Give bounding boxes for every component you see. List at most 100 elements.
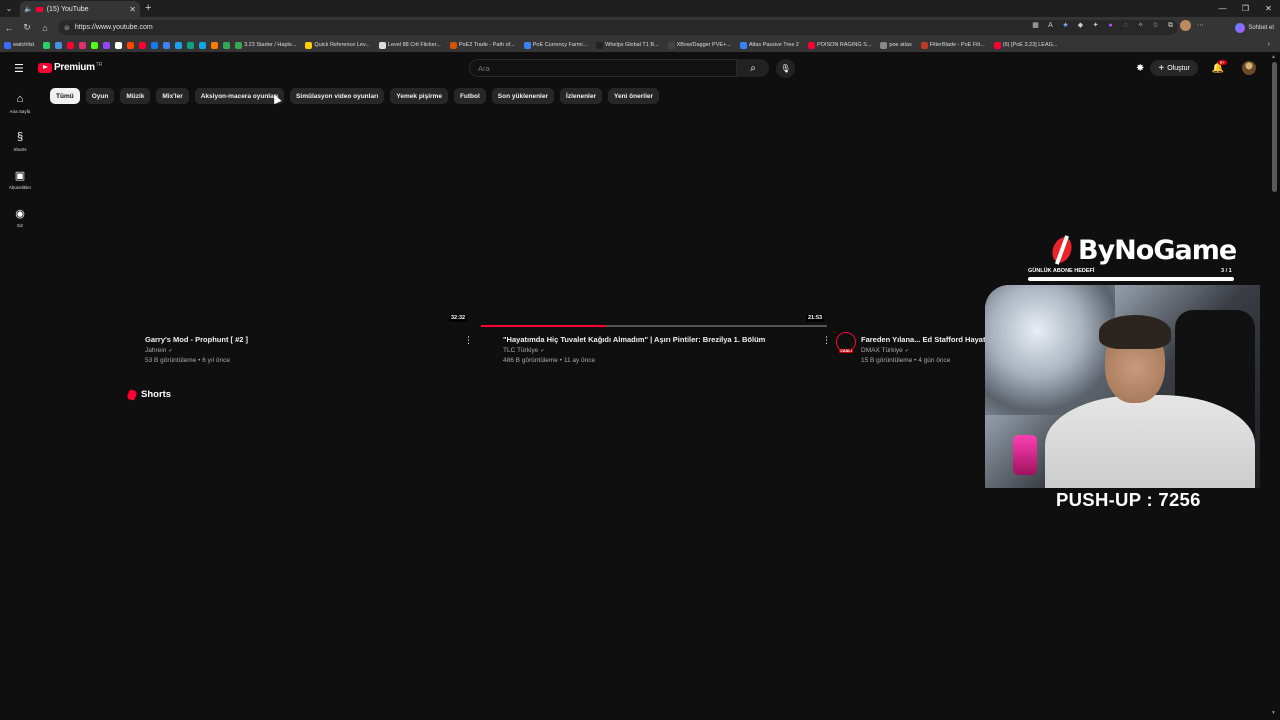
back-icon[interactable]: ← [0, 23, 18, 33]
menu-icon[interactable]: ☰ [14, 62, 24, 75]
bookmark-item[interactable]: PoE2 Trade - Path of... [449, 41, 515, 49]
notifications-button[interactable]: 🔔 9+ [1212, 59, 1227, 74]
bookmark-item[interactable] [79, 41, 88, 49]
bookmark-item[interactable]: Atlas Passive Tree 2 [739, 41, 799, 49]
browser-tab-youtube[interactable]: 🔈 (15) YouTube ✕ [20, 1, 140, 17]
filter-chip[interactable]: Simülasyon video oyunları [290, 88, 385, 104]
video-title[interactable]: Fareden Yılana... Ed Stafford Hayat [861, 335, 985, 344]
bookmark-item[interactable] [175, 41, 184, 49]
webcam-person-hair [1099, 315, 1171, 349]
extension-puzzle-icon[interactable]: ✦ [1090, 20, 1101, 31]
bookmark-item[interactable] [199, 41, 208, 49]
collections-icon[interactable]: ⧉ [1165, 20, 1176, 31]
bookmark-item[interactable]: FilterBlade - PoE Filt... [920, 41, 985, 49]
brand-name: ByNoGame [1078, 234, 1237, 266]
bookmark-item[interactable] [187, 41, 196, 49]
grid-icon[interactable]: ▦ [1030, 20, 1041, 31]
filter-chip[interactable]: Futbol [453, 88, 486, 104]
search-button[interactable]: ⌕ [737, 59, 769, 77]
bookmark-item[interactable] [223, 41, 232, 49]
sidebar-item[interactable]: ⌂ Ana Sayfa [0, 90, 40, 128]
bookmark-item[interactable]: Whelps Global T1 B... [596, 41, 659, 49]
new-tab-icon[interactable]: + [145, 2, 151, 14]
filter-chip[interactable]: İzlenenler [560, 88, 602, 104]
filter-chip[interactable]: Tümü [50, 88, 80, 104]
bookmark-item[interactable]: Quick Reference Lev... [305, 41, 370, 49]
filter-chip[interactable]: Oyun [85, 88, 115, 104]
audio-muted-icon[interactable]: 🔈 [24, 5, 33, 13]
bookmark-item[interactable]: PoE Currency Farmi... [523, 41, 587, 49]
sidebar-item[interactable]: ▣ Abonelikler [0, 166, 40, 204]
more-options-icon[interactable]: ⋯ [1195, 20, 1206, 31]
favorites-icon[interactable]: ☆ [1150, 20, 1161, 31]
video-item[interactable]: Fareden Yılana... Ed Stafford Hayat DMAX… [861, 335, 985, 364]
bookmark-item[interactable]: watchlist [4, 41, 34, 49]
avatar[interactable] [1242, 61, 1257, 75]
extension-refresh-icon[interactable]: ◌ [1120, 20, 1131, 31]
video-more-icon[interactable]: ⋮ [464, 335, 473, 346]
create-button[interactable]: + Oluştur [1150, 60, 1198, 76]
close-tab-icon[interactable]: ✕ [129, 5, 136, 14]
restore-icon[interactable]: ❐ [1234, 0, 1257, 17]
close-window-icon[interactable]: ✕ [1257, 0, 1280, 17]
bookmark-item[interactable] [43, 41, 52, 49]
bookmark-item[interactable]: POISON RAGING S... [807, 41, 871, 49]
filter-chip[interactable]: Yemek pişirme [390, 88, 448, 104]
bookmark-item[interactable] [67, 41, 76, 49]
video-title[interactable]: Garry's Mod - Prophunt [ #2 ] [145, 335, 455, 344]
bookmark-favicon-icon [739, 41, 747, 49]
tab-search-icon[interactable]: ⌄ [0, 0, 18, 17]
bookmark-item[interactable] [139, 41, 148, 49]
extension-diamond-icon[interactable]: ◆ [1075, 20, 1086, 31]
bookmark-item[interactable] [211, 41, 220, 49]
scroll-down-icon[interactable]: ▼ [1271, 710, 1276, 716]
video-title[interactable]: "Hayatımda Hiç Tuvalet Kağıdı Almadım" |… [503, 335, 818, 344]
extension-purple-icon[interactable]: ● [1105, 20, 1116, 31]
video-more-icon[interactable]: ⋮ [822, 335, 831, 346]
bookmark-item[interactable] [91, 41, 100, 49]
filter-chips: Tümü Oyun Müzik Mix'ler Aksiyon-macera oyunl… [50, 88, 660, 104]
bookmark-item[interactable]: Level 88 Crit Flicker... [378, 41, 441, 49]
bookmarks-overflow-icon[interactable]: › [1268, 38, 1270, 52]
home-icon[interactable]: ⌂ [36, 23, 54, 33]
search-input[interactable]: Ara [469, 59, 737, 77]
bookmark-item[interactable]: (6) [PoE 3.23] LEAG... [993, 41, 1057, 49]
bookmark-item[interactable]: poe atlas [880, 41, 912, 49]
minimize-icon[interactable]: — [1211, 0, 1234, 17]
filter-chip[interactable]: Yeni öneriler [608, 88, 660, 104]
bookmark-item[interactable] [127, 41, 136, 49]
extensions-icon[interactable]: ✧ [1135, 20, 1146, 31]
bookmark-item[interactable]: 3.23 Starter / Haple... [235, 41, 296, 49]
gear-icon[interactable]: ✸ [1136, 63, 1144, 74]
scroll-up-icon[interactable]: ▲ [1271, 54, 1276, 60]
profile-icon[interactable] [1180, 20, 1191, 31]
address-bar[interactable]: ⊜ https://www.youtube.com [58, 20, 1178, 35]
scrollbar-thumb[interactable] [1272, 62, 1277, 192]
voice-search-button[interactable]: 🎙 [776, 59, 795, 78]
bookmark-item[interactable] [55, 41, 64, 49]
chat-button[interactable]: Sohbet et [1235, 21, 1274, 34]
verified-icon: ✔ [540, 347, 545, 354]
sidebar-icon: ⌂ [16, 93, 24, 105]
filter-chip[interactable]: Mix'ler [156, 88, 189, 104]
site-info-icon[interactable]: ⊜ [64, 24, 70, 32]
video-item[interactable]: Garry's Mod - Prophunt [ #2 ] Jahrein ✔ 5… [145, 335, 455, 364]
bookmark-item[interactable]: XBow/Dagger PVE+... [667, 41, 731, 49]
reload-icon[interactable]: ↻ [18, 22, 36, 33]
bookmark-item[interactable] [163, 41, 172, 49]
bookmark-item[interactable] [115, 41, 124, 49]
channel-name[interactable]: Jahrein [145, 347, 166, 354]
favorite-star-icon[interactable]: ★ [1060, 20, 1071, 31]
read-aloud-icon[interactable]: A [1045, 20, 1056, 31]
sidebar-item[interactable]: § Shorts [0, 128, 40, 166]
sidebar-item[interactable]: ◉ Siz [0, 204, 40, 242]
bookmark-item[interactable] [151, 41, 160, 49]
youtube-logo[interactable]: Premium TR [38, 62, 102, 73]
video-item[interactable]: "Hayatımda Hiç Tuvalet Kağıdı Almadım" |… [503, 335, 818, 364]
channel-avatar-live[interactable]: CANLI [836, 332, 856, 353]
channel-name[interactable]: DMAX Türkiye [861, 347, 903, 354]
filter-chip[interactable]: Müzik [120, 88, 151, 104]
bookmark-item[interactable] [103, 41, 112, 49]
filter-chip[interactable]: Son yüklenenler [491, 88, 555, 104]
channel-name[interactable]: TLC Türkiye [503, 347, 538, 354]
